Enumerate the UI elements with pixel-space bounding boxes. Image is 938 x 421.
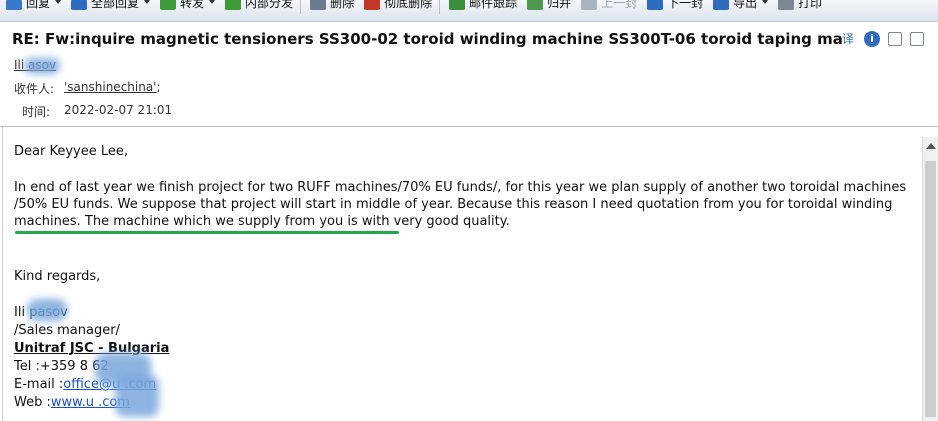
- time-value: 2022-02-07 21:01: [64, 103, 173, 117]
- regards: Kind regards,: [14, 269, 101, 284]
- print-button[interactable]: 打印: [772, 0, 826, 13]
- chevron-down-icon[interactable]: [55, 0, 62, 4]
- translate-icon[interactable]: 译: [840, 31, 856, 47]
- arrow-left-icon: [581, 0, 598, 10]
- export-icon: [713, 0, 730, 10]
- archive-icon: [527, 0, 544, 10]
- highlight-underline: [15, 231, 399, 234]
- scroll-up-icon[interactable]: [926, 143, 936, 149]
- next-mail-button[interactable]: 下一封: [641, 0, 707, 13]
- toolbar-separator: [300, 0, 302, 14]
- to-label: 收件人:: [14, 82, 55, 96]
- reply-icon: [6, 0, 22, 10]
- scroll-thumb[interactable]: [925, 161, 936, 417]
- track-icon: [449, 0, 466, 10]
- printer-icon: [778, 0, 795, 10]
- mail-track-button[interactable]: 邮件跟踪: [443, 0, 521, 13]
- redaction-blur: [27, 299, 67, 321]
- internal-forward-icon: [225, 0, 242, 10]
- window-icon[interactable]: [910, 32, 924, 46]
- reply-all-icon: [71, 0, 88, 10]
- forward-icon: [160, 0, 177, 10]
- sig-title: /Sales manager/: [14, 323, 120, 338]
- web-label: Web :: [14, 395, 51, 410]
- body-paragraph: In end of last year we finish project fo…: [14, 180, 907, 229]
- greeting: Dear Keyyee Lee,: [14, 144, 128, 159]
- prev-mail-button[interactable]: 上一封: [575, 0, 641, 13]
- redaction-blur: [24, 58, 60, 74]
- reply-button[interactable]: 回复: [0, 0, 65, 13]
- to-suffix: ;: [156, 80, 161, 94]
- reply-all-button[interactable]: 全部回复: [65, 0, 154, 13]
- chevron-down-icon[interactable]: [144, 0, 151, 4]
- tel-label: Tel :: [14, 359, 40, 374]
- purge-button[interactable]: 彻底删除: [358, 0, 436, 13]
- mail-subject: RE: Fw:inquire magnetic tensioners SS300…: [12, 30, 842, 48]
- redaction-blur: [115, 375, 159, 417]
- mail-body: Dear Keyyee Lee, In end of last year we …: [2, 127, 922, 421]
- toolbar-separator: [439, 0, 441, 14]
- info-icon[interactable]: i: [864, 31, 880, 47]
- internal-forward-button[interactable]: 内部分发: [219, 0, 297, 13]
- export-button[interactable]: 导出: [707, 0, 772, 13]
- chevron-down-icon[interactable]: [209, 0, 216, 4]
- forward-button[interactable]: 转发: [154, 0, 219, 13]
- vertical-scrollbar[interactable]: [922, 137, 938, 421]
- archive-button[interactable]: 归并: [521, 0, 575, 13]
- chevron-down-icon[interactable]: [762, 0, 769, 4]
- toolbar: 回复 全部回复 转发 内部分发 删除 彻底删除 邮件跟踪 归并 上一封 下一封 …: [0, 0, 938, 22]
- to-recipient[interactable]: 'sanshinechina': [64, 80, 156, 97]
- email-label: E-mail :: [14, 377, 64, 392]
- purge-icon: [364, 0, 381, 10]
- copy-icon[interactable]: [888, 32, 902, 46]
- arrow-right-icon: [647, 0, 664, 10]
- to-row: 收件人: 'sanshinechina' ;: [14, 80, 161, 97]
- header-icons: 译 i: [840, 31, 924, 47]
- time-row: 时间: 2022-02-07 21:01: [14, 103, 172, 120]
- trash-icon: [310, 0, 327, 10]
- delete-button[interactable]: 删除: [304, 0, 358, 13]
- time-label: 时间:: [22, 105, 51, 119]
